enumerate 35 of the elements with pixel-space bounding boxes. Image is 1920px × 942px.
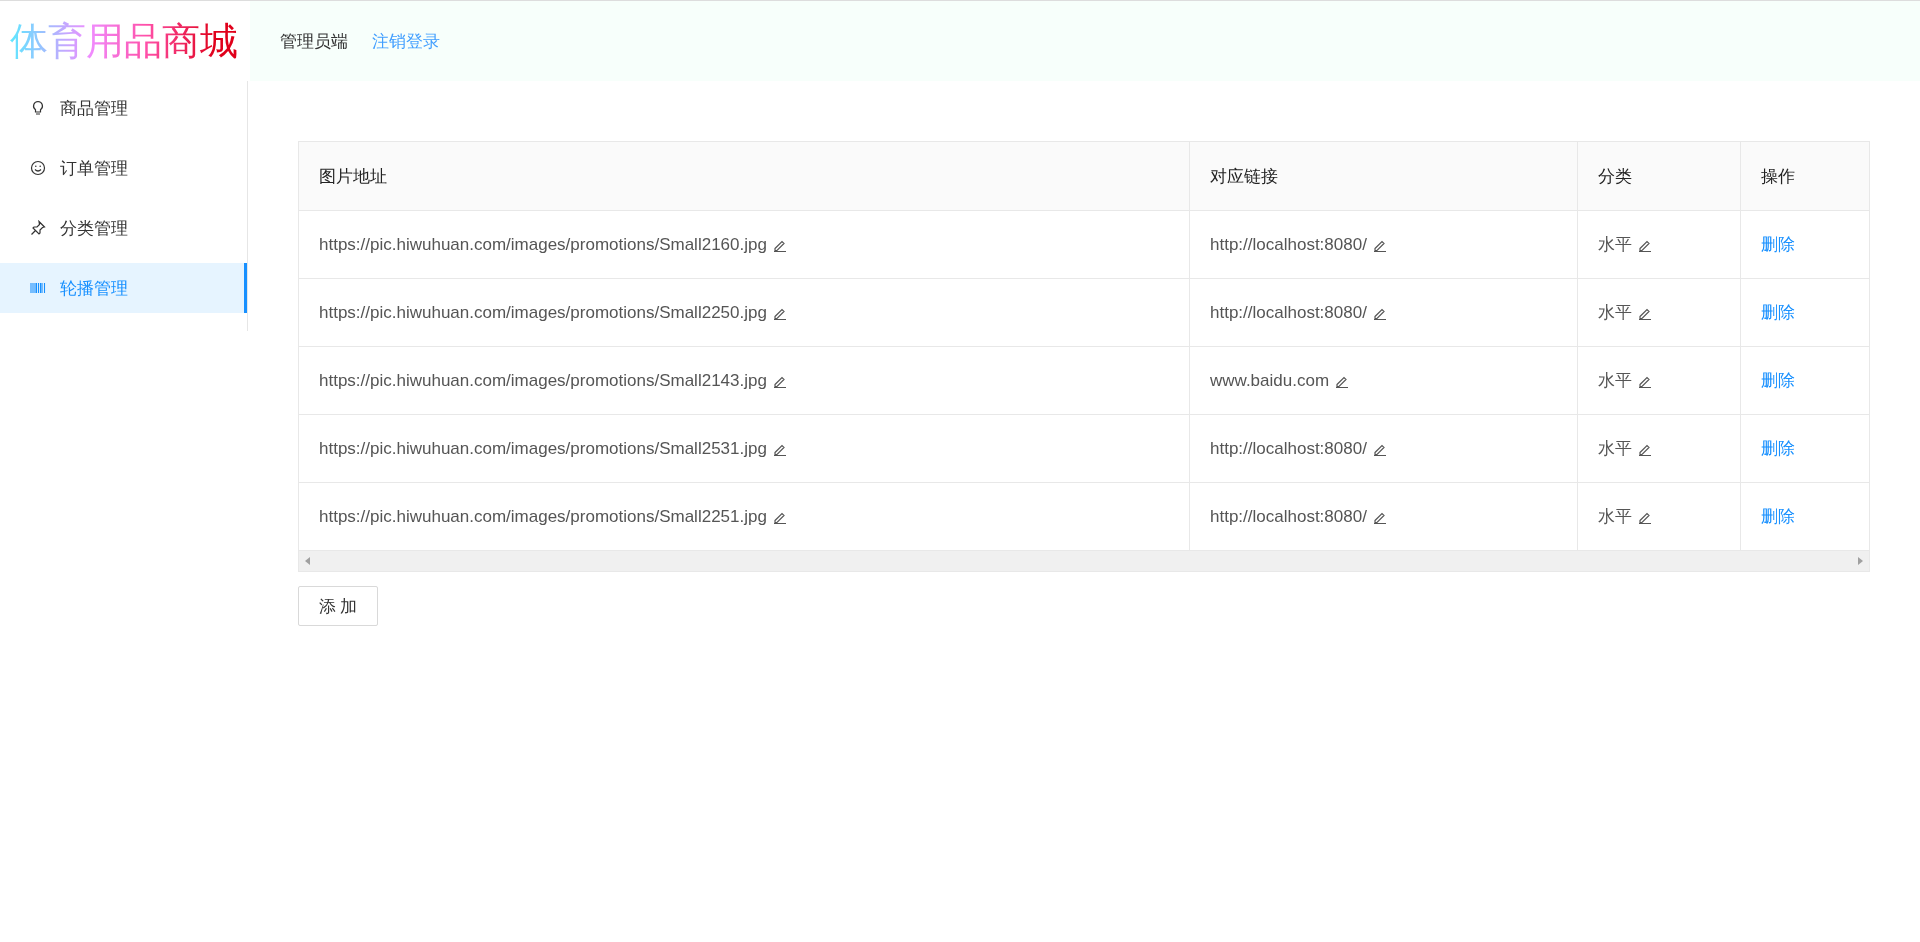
table-cell: https://pic.hiwuhuan.com/images/promotions/Small2251.jpg — [319, 506, 767, 527]
table-cell: https://pic.hiwuhuan.com/images/promotions/Small2531.jpg — [319, 438, 767, 459]
logout-link[interactable]: 注销登录 — [372, 29, 440, 53]
sidebar-item[interactable]: 分类管理 — [0, 203, 247, 253]
smiley-icon — [30, 160, 46, 176]
table-cell-text: 水平 — [1598, 370, 1632, 392]
delete-link[interactable]: 删除 — [1761, 301, 1795, 324]
table-cell: http://localhost:8080/ — [1210, 506, 1367, 527]
table-cell: http://localhost:8080/ — [1210, 302, 1367, 323]
table-cell-text: 水平 — [1598, 438, 1632, 460]
sidebar-item[interactable]: 订单管理 — [0, 143, 247, 193]
sidebar-item[interactable]: 轮播管理 — [0, 263, 247, 313]
table-cell: https://pic.hiwuhuan.com/images/promotions/Small2250.jpg — [319, 302, 767, 323]
column-header: 图片地址 — [299, 142, 1190, 210]
delete-link[interactable]: 删除 — [1761, 233, 1795, 256]
column-header: 分类 — [1578, 142, 1741, 210]
pin-icon — [30, 220, 46, 236]
delete-link[interactable]: 删除 — [1761, 437, 1795, 460]
table-cell: https://pic.hiwuhuan.com/images/promotions/Small2160.jpg — [319, 234, 767, 255]
delete-link[interactable]: 删除 — [1761, 505, 1795, 528]
column-header: 对应链接 — [1190, 142, 1578, 210]
table-cell-text: 水平 — [1598, 302, 1632, 324]
table-cell: www.baidu.com — [1210, 370, 1330, 391]
table-cell-text: 水平 — [1598, 234, 1632, 256]
add-button[interactable]: 添 加 — [298, 586, 378, 626]
table-cell-text: 水平 — [1598, 506, 1632, 528]
role-label: 管理员端 — [280, 30, 348, 53]
delete-link[interactable]: 删除 — [1761, 369, 1795, 392]
table-cell: http://localhost:8080/ — [1210, 438, 1367, 459]
barcode-icon — [30, 280, 46, 296]
column-header: 操作 — [1760, 165, 1796, 188]
table-cell: https://pic.hiwuhuan.com/images/promotions/Small2143.jpg — [319, 370, 767, 391]
sidebar-item[interactable]: 商品管理 — [0, 83, 247, 133]
lightbulb-icon — [30, 100, 46, 116]
table-cell: http://localhost:8080/ — [1210, 234, 1367, 255]
